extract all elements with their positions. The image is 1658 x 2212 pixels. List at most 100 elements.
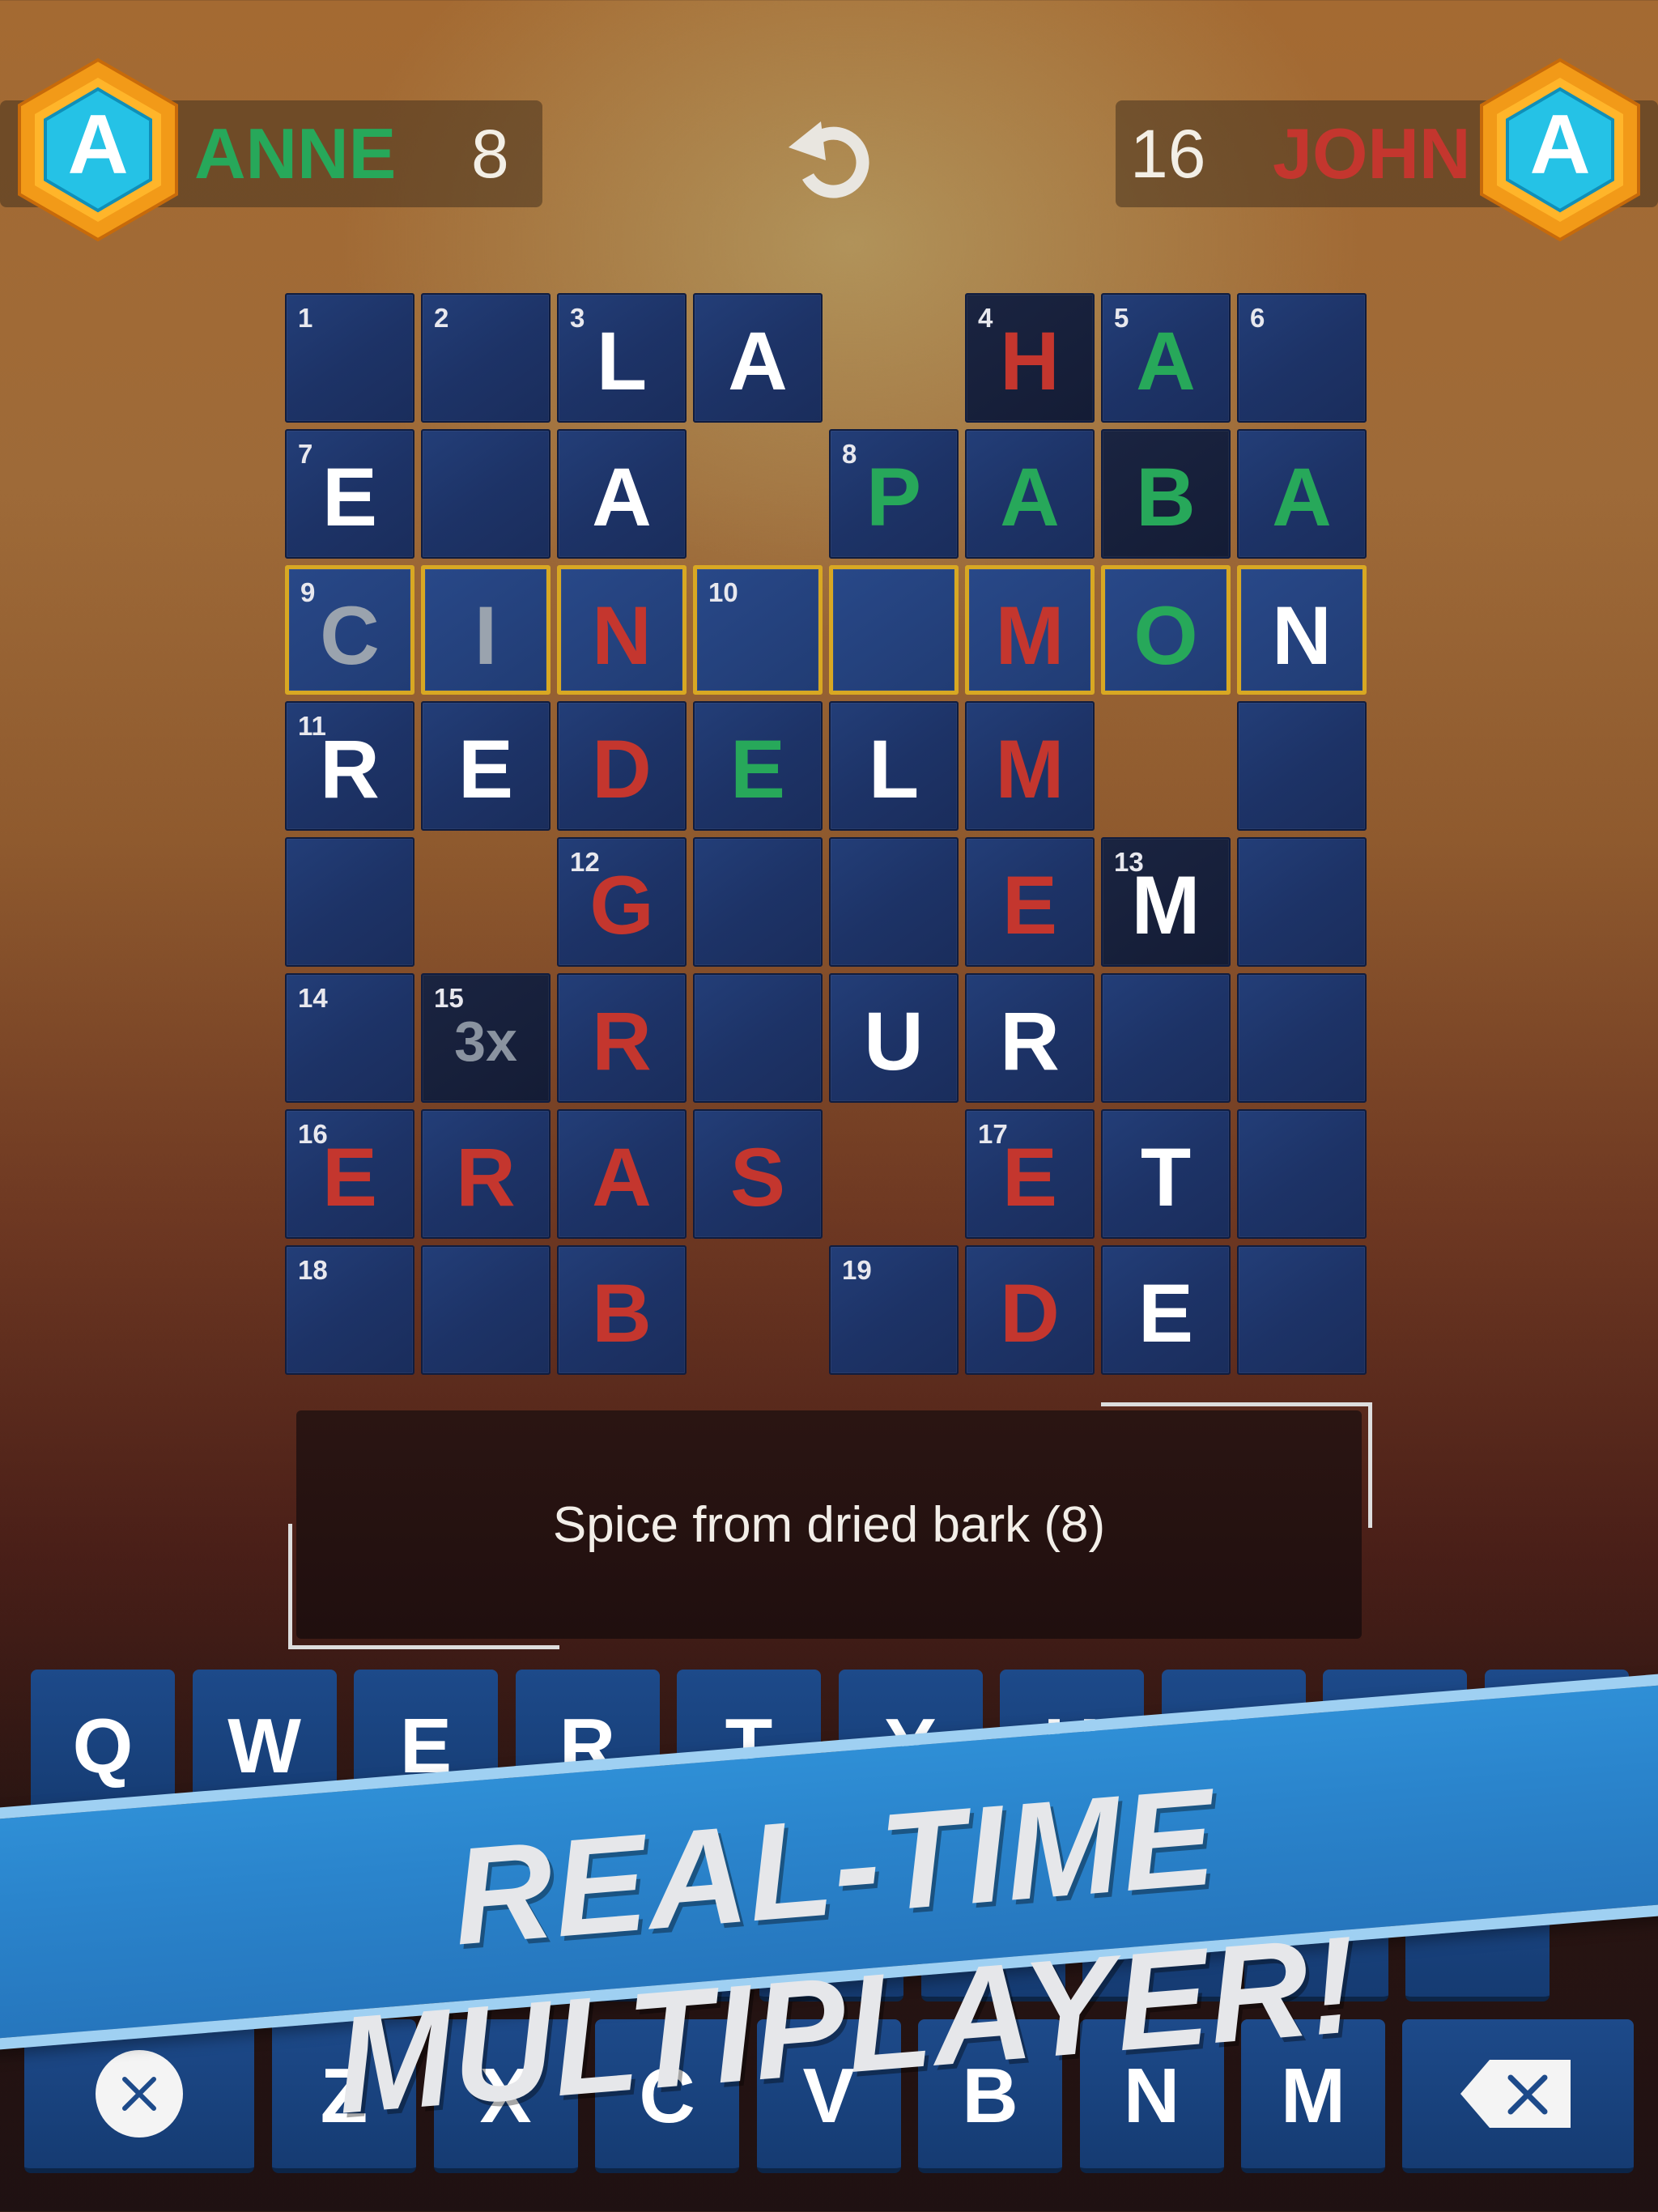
grid-cell[interactable]: A <box>557 1109 687 1239</box>
cell-letter: I <box>474 589 498 682</box>
grid-cell[interactable] <box>1101 973 1231 1103</box>
grid-cell[interactable]: U <box>829 973 959 1103</box>
clue-number: 10 <box>708 577 738 607</box>
grid-cell[interactable] <box>285 837 414 967</box>
grid-cell[interactable]: 7E <box>285 429 414 559</box>
cell-letter: E <box>1001 859 1058 951</box>
grid-cell[interactable] <box>1237 701 1367 831</box>
grid-cell[interactable]: A <box>965 429 1095 559</box>
grid-cell[interactable]: N <box>557 565 687 695</box>
cell-letter: A <box>728 315 788 407</box>
cell-letter: R <box>1000 995 1060 1087</box>
grid-cell[interactable] <box>421 1245 551 1375</box>
grid-cell[interactable] <box>829 837 959 967</box>
cell-letter: D <box>592 723 652 815</box>
cell-letter: A <box>1000 451 1060 543</box>
cell-letter: P <box>865 451 922 543</box>
cell-letter: N <box>1272 589 1332 682</box>
cell-letter: E <box>457 723 514 815</box>
cell-letter: B <box>1136 451 1196 543</box>
clue-panel: Spice from dried bark (8) <box>296 1410 1362 1639</box>
grid-cell[interactable]: 4H <box>965 293 1095 423</box>
undo-icon[interactable] <box>785 113 873 202</box>
grid-cell[interactable]: 1 <box>285 293 414 423</box>
grid-cell[interactable] <box>421 429 551 559</box>
grid-cell[interactable]: 9C <box>285 565 414 695</box>
player-left-avatar-letter: A <box>67 98 128 192</box>
clue-number: 14 <box>298 983 328 1013</box>
cell-letter: A <box>1272 451 1332 543</box>
grid-cell[interactable]: I <box>421 565 551 695</box>
grid-cell[interactable]: A <box>693 293 823 423</box>
grid-cell[interactable] <box>1237 1245 1367 1375</box>
grid-cell[interactable]: R <box>965 973 1095 1103</box>
cell-letter: R <box>320 723 380 815</box>
grid-cell[interactable]: E <box>421 701 551 831</box>
grid-cell[interactable]: 10 <box>693 565 823 695</box>
grid-cell[interactable]: 2 <box>421 293 551 423</box>
grid-cell[interactable] <box>1237 973 1367 1103</box>
cell-letter: E <box>321 1131 378 1223</box>
grid-cell[interactable]: 6 <box>1237 293 1367 423</box>
grid-cell[interactable]: 15 3x <box>421 973 551 1103</box>
grid-cell[interactable]: T <box>1101 1109 1231 1239</box>
cell-letter: O <box>1133 589 1198 682</box>
grid-cell[interactable]: B <box>557 1245 687 1375</box>
grid-cell[interactable]: 14 <box>285 973 414 1103</box>
cell-letter: A <box>592 1131 652 1223</box>
grid-cell[interactable] <box>693 973 823 1103</box>
grid-cell[interactable]: R <box>557 973 687 1103</box>
cell-letter: E <box>1001 1131 1058 1223</box>
crossword-grid: 1 2 3 L A 4 H 5 A 6 7 E A 8 P A B A 9 C I N 10 M O N 11 R E D E L M 12 G E 1… <box>285 293 1373 1381</box>
grid-cell[interactable]: N <box>1237 565 1367 695</box>
grid-cell[interactable]: 16 E <box>285 1109 414 1239</box>
player-right-score: 16 <box>1130 116 1206 192</box>
cell-letter: D <box>1000 1267 1060 1359</box>
grid-cell[interactable]: L <box>829 701 959 831</box>
grid-cell[interactable]: D <box>557 701 687 831</box>
cell-letter: E <box>729 723 786 815</box>
cell-letter: L <box>596 315 648 407</box>
grid-cell[interactable]: 12 G <box>557 837 687 967</box>
cell-letter: C <box>320 589 380 682</box>
player-left-name: ANNE <box>194 113 397 194</box>
grid-cell[interactable]: S <box>693 1109 823 1239</box>
grid-cell[interactable]: B <box>1101 429 1231 559</box>
grid-cell[interactable]: O <box>1101 565 1231 695</box>
grid-cell[interactable] <box>829 565 959 695</box>
grid-cell[interactable]: 3L <box>557 293 687 423</box>
grid-cell[interactable]: M <box>965 565 1095 695</box>
clue-number: 2 <box>434 303 449 333</box>
cell-letter: G <box>589 859 654 951</box>
cell-letter: E <box>1137 1267 1194 1359</box>
grid-cell[interactable]: D <box>965 1245 1095 1375</box>
grid-cell[interactable]: 19 <box>829 1245 959 1375</box>
player-right-name: JOHN <box>1273 113 1471 194</box>
grid-cell[interactable]: R <box>421 1109 551 1239</box>
player-left-avatar[interactable]: A <box>13 57 183 243</box>
grid-cell[interactable]: E <box>1101 1245 1231 1375</box>
grid-cell[interactable]: M <box>965 701 1095 831</box>
grid-cell[interactable] <box>1237 1109 1367 1239</box>
grid-cell[interactable]: 17 E <box>965 1109 1095 1239</box>
grid-cell[interactable] <box>693 837 823 967</box>
cell-letter: B <box>592 1267 652 1359</box>
grid-cell[interactable]: E <box>965 837 1095 967</box>
grid-cell[interactable] <box>1237 837 1367 967</box>
grid-cell[interactable]: A <box>557 429 687 559</box>
grid-cell[interactable]: 11 R <box>285 701 414 831</box>
grid-cell[interactable]: A <box>1237 429 1367 559</box>
backspace-icon <box>1460 2060 1571 2128</box>
player-right-avatar[interactable]: A <box>1475 57 1645 243</box>
clue-text: Spice from dried bark (8) <box>552 1496 1106 1553</box>
grid-cell[interactable]: 18 <box>285 1245 414 1375</box>
grid-cell[interactable]: E <box>693 701 823 831</box>
cell-letter: T <box>1140 1131 1192 1223</box>
cell-letter: R <box>456 1131 516 1223</box>
clue-number: 18 <box>298 1255 328 1285</box>
grid-cell[interactable]: 13 M <box>1101 837 1231 967</box>
cell-letter: U <box>864 995 924 1087</box>
grid-cell[interactable]: 8P <box>829 429 959 559</box>
cell-letter: N <box>592 589 652 682</box>
grid-cell[interactable]: 5A <box>1101 293 1231 423</box>
